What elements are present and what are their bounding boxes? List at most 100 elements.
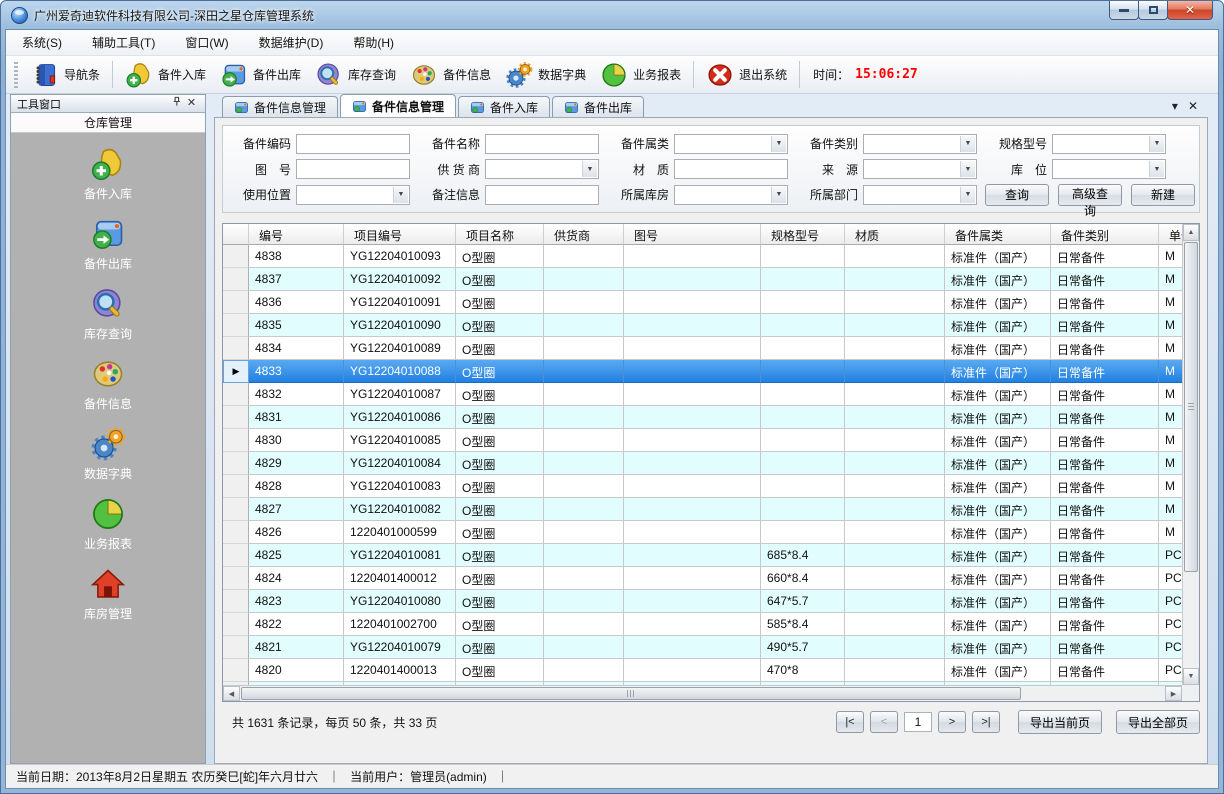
- dropdown[interactable]: ▼: [863, 134, 977, 154]
- pin-icon[interactable]: [169, 96, 184, 112]
- tab[interactable]: 备件信息管理: [222, 96, 338, 117]
- maximize-button[interactable]: [1138, 1, 1168, 20]
- advanced-query-button[interactable]: 高级查询: [1058, 184, 1122, 206]
- close-icon[interactable]: ✕: [184, 96, 199, 111]
- toolbar-button-navbar[interactable]: 导航条: [24, 59, 107, 91]
- horizontal-scrollbar[interactable]: ◀ ▶: [223, 685, 1182, 701]
- table-row[interactable]: 4821YG12204010079O型圈490*5.7标准件（国产）日常备件PC: [223, 636, 1182, 659]
- table-row[interactable]: 4834YG12204010089O型圈标准件（国产）日常备件M: [223, 337, 1182, 360]
- column-header[interactable]: 备件属类: [945, 224, 1051, 245]
- dropdown[interactable]: ▼: [296, 185, 410, 205]
- toolbar-button-parts-in[interactable]: 备件入库: [118, 59, 213, 91]
- dropdown[interactable]: ▼: [674, 185, 788, 205]
- toolbar-button-inventory-search[interactable]: 库存查询: [308, 59, 403, 91]
- table-row[interactable]: 4829YG12204010084O型圈标准件（国产）日常备件M: [223, 452, 1182, 475]
- table-row[interactable]: 4838YG12204010093O型圈标准件（国产）日常备件M: [223, 245, 1182, 268]
- horizontal-scroll-thumb[interactable]: [241, 687, 1021, 700]
- column-header[interactable]: 供货商: [544, 224, 624, 245]
- toolbar-button-parts-out[interactable]: 备件出库: [213, 59, 308, 91]
- chevron-down-icon[interactable]: ▾: [1172, 99, 1178, 113]
- scroll-down-icon[interactable]: ▼: [1183, 668, 1199, 685]
- table-cell: 标准件（国产）: [945, 475, 1051, 498]
- toolbar-button-parts-info[interactable]: 备件信息: [403, 59, 498, 91]
- table-row[interactable]: 4836YG12204010091O型圈标准件（国产）日常备件M: [223, 291, 1182, 314]
- table-row[interactable]: 4828YG12204010083O型圈标准件（国产）日常备件M: [223, 475, 1182, 498]
- table-row[interactable]: 4837YG12204010092O型圈标准件（国产）日常备件M: [223, 268, 1182, 291]
- sidebar-item-parts-info[interactable]: 备件信息: [84, 356, 132, 412]
- table-row[interactable]: 48261220401000599O型圈标准件（国产）日常备件M: [223, 521, 1182, 544]
- menu-item[interactable]: 窗口(W): [185, 34, 228, 51]
- scroll-left-icon[interactable]: ◀: [223, 686, 240, 701]
- current-page-input[interactable]: 1: [904, 712, 932, 732]
- menu-item[interactable]: 辅助工具(T): [92, 34, 155, 51]
- menu-item[interactable]: 数据维护(D): [259, 34, 324, 51]
- window-title: 广州爱奇迪软件科技有限公司-深田之星仓库管理系统: [34, 7, 314, 24]
- scroll-right-icon[interactable]: ▶: [1165, 686, 1182, 701]
- table-row[interactable]: 4832YG12204010087O型圈标准件（国产）日常备件M: [223, 383, 1182, 406]
- table-row[interactable]: 48201220401400013O型圈470*8标准件（国产）日常备件PC: [223, 659, 1182, 682]
- minimize-button[interactable]: [1109, 1, 1139, 20]
- column-header[interactable]: 材质: [845, 224, 945, 245]
- last-page-button[interactable]: >|: [972, 711, 1000, 733]
- text-input[interactable]: [485, 185, 599, 205]
- close-tab-icon[interactable]: ✕: [1188, 99, 1198, 113]
- table-cell: 4831: [249, 406, 344, 429]
- dropdown[interactable]: ▼: [863, 185, 977, 205]
- toolbar-drag-handle[interactable]: [14, 62, 18, 88]
- table-cell: 标准件（国产）: [945, 590, 1051, 613]
- text-input[interactable]: [485, 134, 599, 154]
- column-header[interactable]: 规格型号: [761, 224, 845, 245]
- table-row[interactable]: 4830YG12204010085O型圈标准件（国产）日常备件M: [223, 429, 1182, 452]
- sidebar-item-business-report[interactable]: 业务报表: [84, 496, 132, 552]
- sidebar-item-parts-in[interactable]: 备件入库: [84, 146, 132, 202]
- table-row[interactable]: ▶4833YG12204010088O型圈标准件（国产）日常备件M: [223, 360, 1182, 383]
- dropdown[interactable]: ▼: [863, 159, 977, 179]
- text-input[interactable]: [296, 134, 410, 154]
- dropdown[interactable]: ▼: [674, 134, 788, 154]
- table-cell: O型圈: [456, 613, 544, 636]
- next-page-button[interactable]: >: [938, 711, 966, 733]
- column-header[interactable]: 图号: [624, 224, 761, 245]
- query-button[interactable]: 查询: [985, 184, 1049, 206]
- new-button[interactable]: 新建: [1131, 184, 1195, 206]
- toolbar-button-exit[interactable]: 退出系统: [699, 59, 794, 91]
- column-header[interactable]: 编号: [249, 224, 344, 245]
- table-row[interactable]: 4825YG12204010081O型圈685*8.4标准件（国产）日常备件PC: [223, 544, 1182, 567]
- export-all-pages-button[interactable]: 导出全部页: [1116, 710, 1200, 734]
- vertical-scroll-thumb[interactable]: [1184, 242, 1198, 572]
- vertical-scrollbar[interactable]: ▲ ▼: [1182, 224, 1199, 685]
- menu-bar: 系统(S) 辅助工具(T) 窗口(W) 数据维护(D) 帮助(H): [6, 30, 1218, 56]
- toolbar-button-business-report[interactable]: 业务报表: [593, 59, 688, 91]
- close-button[interactable]: ✕: [1167, 1, 1213, 20]
- sidebar-item-parts-out[interactable]: 备件出库: [84, 216, 132, 272]
- export-current-page-button[interactable]: 导出当前页: [1018, 710, 1102, 734]
- dropdown[interactable]: ▼: [1052, 159, 1166, 179]
- table-row[interactable]: 4835YG12204010090O型圈标准件（国产）日常备件M: [223, 314, 1182, 337]
- sidebar-item-inventory-search[interactable]: 库存查询: [84, 286, 132, 342]
- table-cell: [845, 544, 945, 567]
- sidebar-item-data-dictionary[interactable]: 数据字典: [84, 426, 132, 482]
- scroll-up-icon[interactable]: ▲: [1183, 224, 1199, 241]
- table-row[interactable]: 48221220401002700O型圈585*8.4标准件（国产）日常备件PC: [223, 613, 1182, 636]
- first-page-button[interactable]: |<: [836, 711, 864, 733]
- dropdown[interactable]: ▼: [485, 159, 599, 179]
- sidebar-item-warehouse-home[interactable]: 库房管理: [84, 566, 132, 622]
- column-header[interactable]: 备件类别: [1051, 224, 1159, 245]
- table-row[interactable]: 48241220401400012O型圈660*8.4标准件（国产）日常备件PC: [223, 567, 1182, 590]
- text-input[interactable]: [296, 159, 410, 179]
- table-row[interactable]: 4827YG12204010082O型圈标准件（国产）日常备件M: [223, 498, 1182, 521]
- column-header[interactable]: 单位: [1159, 224, 1182, 245]
- table-row[interactable]: 4831YG12204010086O型圈标准件（国产）日常备件M: [223, 406, 1182, 429]
- table-row[interactable]: 4823YG12204010080O型圈647*5.7标准件（国产）日常备件PC: [223, 590, 1182, 613]
- text-input[interactable]: [674, 159, 788, 179]
- dropdown[interactable]: ▼: [1052, 134, 1166, 154]
- column-header[interactable]: 项目编号: [344, 224, 456, 245]
- column-header[interactable]: 项目名称: [456, 224, 544, 245]
- menu-item[interactable]: 系统(S): [22, 34, 62, 51]
- toolbar-button-data-dictionary[interactable]: 数据字典: [498, 59, 593, 91]
- tab[interactable]: 备件出库: [552, 96, 644, 117]
- previous-page-button[interactable]: <: [870, 711, 898, 733]
- tab[interactable]: 备件信息管理: [340, 94, 456, 117]
- menu-item[interactable]: 帮助(H): [353, 34, 394, 51]
- tab[interactable]: 备件入库: [458, 96, 550, 117]
